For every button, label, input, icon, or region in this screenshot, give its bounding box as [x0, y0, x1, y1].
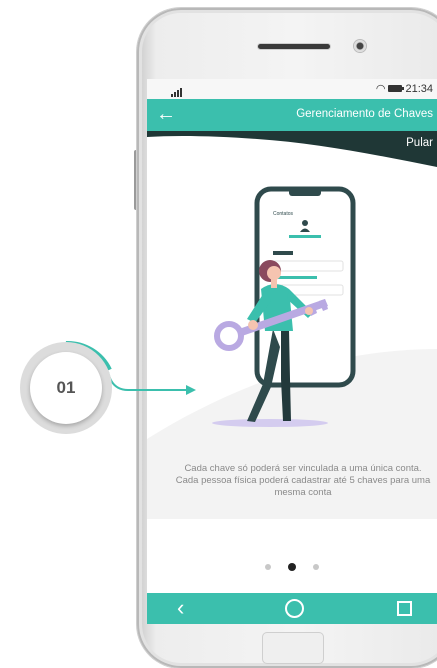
step-badge: 01 — [20, 342, 112, 434]
key-illustration: Contatos — [212, 186, 356, 427]
arrow-left-icon[interactable]: ← — [156, 103, 176, 125]
nav-back-icon[interactable]: ‹ — [177, 594, 184, 622]
app-bar-title: Gerenciamento de Chaves — [296, 108, 433, 120]
signal-icon — [171, 85, 183, 97]
nav-recent-apps-icon[interactable] — [397, 601, 412, 616]
page-dot[interactable] — [313, 564, 319, 570]
wifi-icon: ◠ — [375, 83, 386, 95]
phone-speaker — [258, 44, 330, 49]
page-dot[interactable] — [265, 564, 271, 570]
phone-screen: ◠ 21:34 ← Gerenciamento de Chaves Pular … — [147, 79, 437, 624]
contacts-label: Contatos — [273, 211, 294, 217]
phone-home-key[interactable] — [262, 632, 324, 664]
android-nav-bar: ‹ — [147, 593, 437, 624]
step-number: 01 — [56, 378, 76, 397]
step-badge-inner: 01 — [30, 352, 102, 424]
app-bar: ← Gerenciamento de Chaves — [147, 99, 437, 131]
status-time: 21:34 — [405, 82, 433, 95]
battery-icon — [388, 85, 405, 92]
page-dot-active[interactable] — [288, 563, 296, 571]
phone-camera — [354, 40, 366, 52]
skip-button[interactable]: Pular — [406, 137, 433, 149]
page-indicator — [147, 563, 437, 571]
status-bar: ◠ 21:34 — [147, 79, 437, 99]
nav-home-icon[interactable] — [285, 599, 304, 618]
onboarding-description: Cada chave só poderá ser vinculada a uma… — [175, 463, 431, 498]
